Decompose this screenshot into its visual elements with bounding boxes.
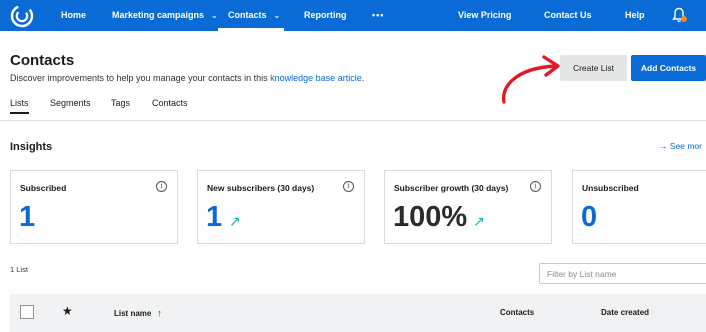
list-count: 1 List xyxy=(10,265,28,274)
nav-more[interactable]: ••• xyxy=(372,0,384,31)
card-title: Subscriber growth (30 days) xyxy=(394,183,509,193)
see-more-link[interactable]: → See mor xyxy=(659,141,702,151)
select-all-checkbox[interactable] xyxy=(20,305,34,319)
tab-contacts[interactable]: Contacts xyxy=(152,98,188,108)
nav-reporting[interactable]: Reporting xyxy=(304,0,347,31)
constant-contact-logo-icon[interactable] xyxy=(10,4,34,28)
notification-dot xyxy=(681,16,687,22)
card-value: 1 xyxy=(19,201,36,233)
chevron-down-icon: ⌄ xyxy=(273,11,281,20)
card-title: Subscribed xyxy=(20,183,67,193)
tab-segments[interactable]: Segments xyxy=(50,98,91,108)
tab-active-indicator xyxy=(10,112,29,114)
nav-home[interactable]: Home xyxy=(61,0,86,31)
trend-up-icon: ↗ xyxy=(229,213,241,229)
nav-contacts[interactable]: Contacts ⌄ xyxy=(228,0,280,31)
column-header-list-name[interactable]: List name ↑ xyxy=(114,308,162,318)
insight-card-subscriber-growth: Subscriber growth (30 days) i 100% ↗ xyxy=(384,170,552,244)
card-title: Unsubscribed xyxy=(582,183,639,193)
create-list-button[interactable]: Create List xyxy=(560,55,627,81)
insights-title: Insights xyxy=(10,141,53,153)
sort-arrow-up-icon: ↑ xyxy=(157,308,162,318)
card-value: 1 xyxy=(206,201,223,233)
insight-card-subscribed: Subscribed i 1 xyxy=(10,170,178,244)
knowledge-base-link[interactable]: knowledge base article xyxy=(270,73,362,83)
add-contacts-button[interactable]: Add Contacts xyxy=(631,55,706,81)
tabs-divider xyxy=(0,120,706,121)
info-icon[interactable]: i xyxy=(156,181,167,192)
chevron-down-icon: ⌄ xyxy=(211,11,218,20)
insight-card-new-subscribers: New subscribers (30 days) i 1 ↗ xyxy=(197,170,365,244)
column-header-date-created[interactable]: Date created xyxy=(601,308,649,317)
page-subtitle: Discover improvements to help you manage… xyxy=(10,73,365,83)
page-title: Contacts xyxy=(10,52,75,69)
star-icon[interactable]: ★ xyxy=(62,304,73,318)
card-value: 100% xyxy=(393,201,468,233)
nav-help[interactable]: Help xyxy=(625,0,645,31)
nav-marketing-campaigns[interactable]: Marketing campaigns ⌄ xyxy=(112,0,218,31)
top-navigation-bar: Home Marketing campaigns ⌄ Contacts ⌄ Repo… xyxy=(0,0,706,31)
trend-up-icon: ↗ xyxy=(473,213,485,229)
insight-card-unsubscribed: Unsubscribed 0 xyxy=(572,170,706,244)
red-annotation-arrow xyxy=(501,55,560,104)
table-header-row: ★ List name ↑ Contacts Date created xyxy=(10,294,706,332)
tab-tags[interactable]: Tags xyxy=(111,98,130,108)
nav-active-indicator xyxy=(218,28,284,31)
column-header-contacts[interactable]: Contacts xyxy=(500,308,534,317)
nav-contact-us[interactable]: Contact Us xyxy=(544,0,592,31)
card-title: New subscribers (30 days) xyxy=(207,183,315,193)
info-icon[interactable]: i xyxy=(343,181,354,192)
filter-list-name-input[interactable] xyxy=(539,263,706,284)
tab-lists[interactable]: Lists xyxy=(10,98,29,108)
nav-view-pricing[interactable]: View Pricing xyxy=(458,0,511,31)
info-icon[interactable]: i xyxy=(530,181,541,192)
card-value: 0 xyxy=(581,201,598,233)
